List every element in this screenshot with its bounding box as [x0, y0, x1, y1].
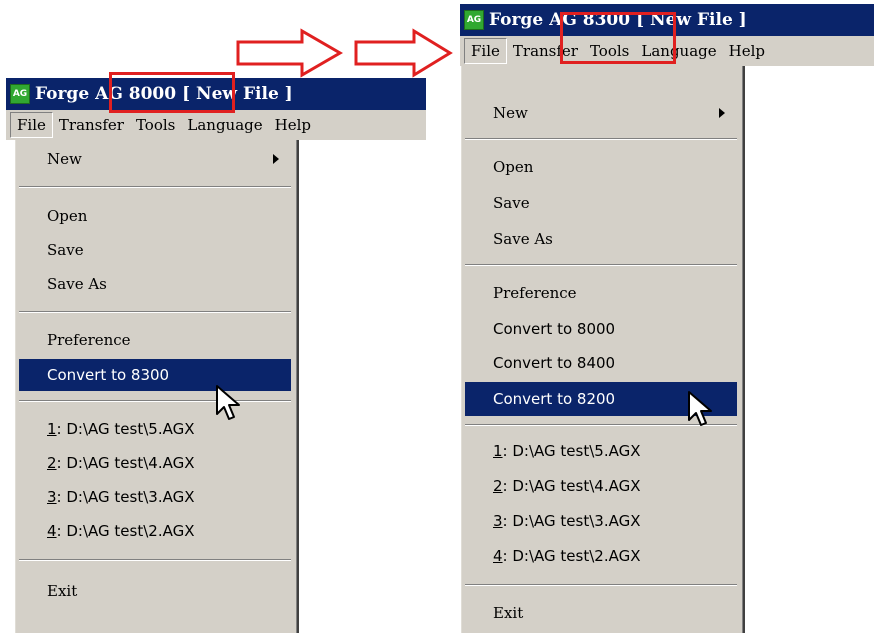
menu-item-open[interactable]: Open: [465, 152, 737, 182]
menu-tools[interactable]: Tools: [130, 112, 181, 138]
menu-separator: [465, 264, 737, 266]
app-name: Forge: [489, 10, 544, 30]
menu-item-label: New: [493, 104, 528, 122]
menu-help[interactable]: Help: [269, 112, 317, 138]
menu-file[interactable]: File: [464, 38, 507, 64]
pointer-cursor-icon: [688, 391, 712, 426]
recent-num: 3: [493, 512, 503, 530]
recent-num: 4: [493, 547, 503, 565]
submenu-arrow-icon: [273, 154, 279, 164]
recent-num: 2: [493, 477, 503, 495]
menu-item-exit[interactable]: Exit: [19, 576, 291, 606]
recent-file-1[interactable]: 1: D:\AG test\5.AGX: [465, 436, 737, 466]
menu-language[interactable]: Language: [181, 112, 268, 138]
recent-path: : D:\AG test\4.AGX: [502, 477, 641, 495]
menu-item-new[interactable]: New: [19, 144, 291, 174]
recent-file-3[interactable]: 3: D:\AG test\3.AGX: [465, 506, 737, 536]
recent-file-2[interactable]: 2: D:\AG test\4.AGX: [465, 471, 737, 501]
menu-item-label: New: [47, 150, 82, 168]
right-arrow-icon: [354, 28, 453, 78]
recent-num: 1: [493, 442, 503, 460]
left-window: AG Forge AG 8000 [ New File ] File Trans…: [6, 72, 426, 633]
recent-num: 2: [47, 454, 57, 472]
menu-help[interactable]: Help: [723, 38, 771, 64]
menu-separator: [465, 584, 737, 586]
submenu-arrow-icon: [719, 108, 725, 118]
app-name: Forge: [35, 84, 90, 104]
pointer-cursor-icon: [216, 385, 240, 420]
recent-file-1[interactable]: 1: D:\AG test\5.AGX: [19, 414, 291, 444]
file-dropdown-menu: New Open Save Save As Preference Convert…: [460, 66, 745, 633]
recent-path: : D:\AG test\4.AGX: [56, 454, 195, 472]
recent-path: : D:\AG test\5.AGX: [56, 420, 195, 438]
recent-num: 1: [47, 420, 57, 438]
menu-separator: [19, 400, 291, 402]
recent-path: : D:\AG test\3.AGX: [56, 488, 195, 506]
menu-separator: [465, 138, 737, 140]
menu-separator: [19, 311, 291, 313]
recent-num: 4: [47, 522, 57, 540]
menu-item-preference[interactable]: Preference: [19, 325, 291, 355]
menu-item-convert-8400[interactable]: Convert to 8400: [465, 348, 737, 378]
menu-item-save-as[interactable]: Save As: [465, 224, 737, 254]
menu-separator: [19, 186, 291, 188]
model-highlight-box: [109, 72, 235, 113]
menu-transfer[interactable]: Transfer: [53, 112, 130, 138]
recent-file-4[interactable]: 4: D:\AG test\2.AGX: [19, 516, 291, 546]
recent-path: : D:\AG test\2.AGX: [56, 522, 195, 540]
menu-file[interactable]: File: [10, 112, 53, 138]
recent-file-3[interactable]: 3: D:\AG test\3.AGX: [19, 482, 291, 512]
menu-item-convert-8000[interactable]: Convert to 8000: [465, 314, 737, 344]
menu-item-save[interactable]: Save: [19, 235, 291, 265]
menu-item-convert-8300[interactable]: Convert to 8300: [19, 359, 291, 391]
menu-item-save-as[interactable]: Save As: [19, 269, 291, 299]
recent-file-4[interactable]: 4: D:\AG test\2.AGX: [465, 541, 737, 571]
recent-path: : D:\AG test\3.AGX: [502, 512, 641, 530]
app-logo-icon: AG: [464, 10, 484, 30]
recent-path: : D:\AG test\5.AGX: [502, 442, 641, 460]
recent-num: 3: [47, 488, 57, 506]
menu-item-preference[interactable]: Preference: [465, 278, 737, 308]
menu-item-new[interactable]: New: [465, 98, 737, 128]
model-highlight-box: [560, 12, 676, 64]
menu-item-save[interactable]: Save: [465, 188, 737, 218]
menu-item-open[interactable]: Open: [19, 201, 291, 231]
menu-separator: [19, 559, 291, 561]
right-window: AG Forge AG 8300 [ New File ] File Trans…: [460, 4, 874, 633]
menu-item-exit[interactable]: Exit: [465, 598, 737, 628]
right-arrow-icon: [236, 28, 343, 78]
file-dropdown-menu: New Open Save Save As Preference Convert…: [14, 140, 299, 633]
menu-bar: File Transfer Tools Language Help: [6, 110, 426, 140]
recent-path: : D:\AG test\2.AGX: [502, 547, 641, 565]
app-logo-icon: AG: [10, 84, 30, 104]
recent-file-2[interactable]: 2: D:\AG test\4.AGX: [19, 448, 291, 478]
